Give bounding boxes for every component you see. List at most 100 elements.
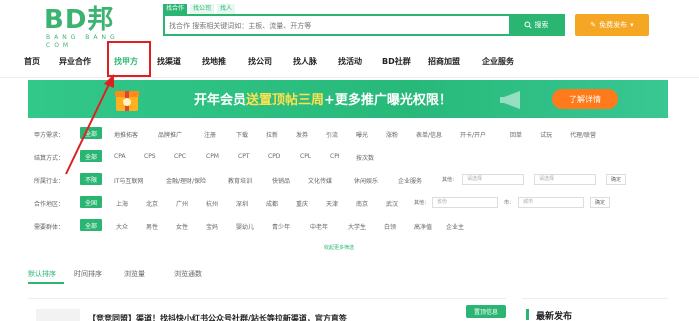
search-tab-company[interactable]: 找公司 [190,4,215,14]
filter-option[interactable]: 白领 [384,222,396,231]
filter-option[interactable]: 大众 [116,222,128,231]
promo-banner[interactable]: 开年会员送置顶帖三周+更多推广曝光权限！ 了解详情 [28,80,668,118]
region-confirm-button[interactable]: 确定 [590,197,610,208]
learn-more-button[interactable]: 了解详情 [552,89,618,109]
filter-option[interactable]: 上海 [116,199,128,208]
sort-views[interactable]: 浏览量 [124,269,145,279]
filter-option[interactable]: 企业服务 [398,176,422,185]
listing-title[interactable]: 【竞竞同盟】渠道！找抖快小红书公众号社群/站长等拉新渠道，官方直签 [88,313,347,321]
nav-item-enterprise-service[interactable]: 企业服务 [482,56,514,67]
filter-option[interactable]: 广州 [176,199,188,208]
filter-option[interactable]: 大学生 [348,222,366,231]
site-logo[interactable]: BD邦 BANG BANG COM [44,6,144,49]
filter-option[interactable]: 成都 [266,199,278,208]
filter-option[interactable]: 教育培训 [228,176,252,185]
filter-row-settlement: 结算方式： 全部 CPA CPS CPC CPM CPT CPD CPL CPI… [28,149,668,165]
filter-option[interactable]: 引流 [326,130,338,139]
filter-option[interactable]: CPI [330,153,340,160]
listing-thumbnail [36,309,80,321]
filter-option[interactable]: 重庆 [296,199,308,208]
banner-headline: 开年会员送置顶帖三周+更多推广曝光权限！ [194,89,452,108]
filter-option[interactable]: CPD [268,153,280,160]
filter-option[interactable]: 杭州 [206,199,218,208]
search-tab-person[interactable]: 找人 [217,4,236,14]
filter-other-label: 其他： [442,177,458,183]
search-tab-cooperation[interactable]: 找合作 [163,4,188,14]
filter-option[interactable]: 回单 [510,130,522,139]
filter-option[interactable]: 企业主 [446,222,464,231]
filter-option[interactable]: CPS [144,153,156,160]
nav-item-find-channel[interactable]: 找渠道 [157,56,181,67]
filter-option[interactable]: 开卡/开户 [460,130,486,139]
filter-option[interactable]: 休闲娱乐 [354,176,378,185]
filter-option[interactable]: CPT [238,153,249,160]
filter-option[interactable]: CPM [206,153,219,160]
city-select[interactable]: 城市 [518,197,584,208]
nav-item-home[interactable]: 首页 [24,56,40,67]
filter-row-audience: 需要群体： 全部 大众 男性 女性 宝妈 婴幼儿 青少年 中老年 大学生 白领 … [28,218,668,234]
industry-sub-select[interactable]: 请选择 [534,174,596,185]
filter-option[interactable]: 涨粉 [386,130,398,139]
nav-item-find-contacts[interactable]: 找人脉 [293,56,317,67]
filter-all-button[interactable]: 全部 [80,219,102,231]
nav-item-find-ground-promo[interactable]: 找地推 [202,56,226,67]
filter-option[interactable]: 北京 [146,199,158,208]
filter-option[interactable]: 南京 [356,199,368,208]
learn-more-label: 了解详情 [569,94,601,104]
nav-item-find-company[interactable]: 找公司 [248,56,272,67]
publish-button[interactable]: ✎ 免费发布 ▾ [575,14,649,36]
nav-item-find-events[interactable]: 找活动 [338,56,362,67]
filter-option[interactable]: 青少年 [272,222,290,231]
filter-panel: 甲方需求： 全部 地推拓客 品牌推广 注册 下载 拉新 发券 引流 曝光 涨粉 … [28,122,668,251]
sort-default[interactable]: 默认排序 [28,269,56,279]
filter-option[interactable]: 武汉 [386,199,398,208]
filter-option[interactable]: 表单/信息 [416,130,442,139]
filter-label: 结算方式： [34,155,65,162]
province-select[interactable]: 省份 [432,197,498,208]
filter-option[interactable]: 试玩 [540,130,552,139]
filter-option[interactable]: 曝光 [356,130,368,139]
filter-option[interactable]: 地推拓客 [114,130,138,139]
sort-view-count[interactable]: 浏览通数 [174,269,202,279]
filter-option[interactable]: 中老年 [310,222,328,231]
nav-item-franchise[interactable]: 招商加盟 [428,56,460,67]
filter-option[interactable]: 文化传媒 [308,176,332,185]
section-accent-bar [526,309,529,320]
nav-item-cross-industry[interactable]: 异业合作 [59,56,91,67]
banner-text-prefix: 开年会员 [194,93,247,108]
filter-option[interactable]: 按次数 [356,153,374,162]
collapse-filters-link[interactable]: 收起更多筛选 [324,244,354,251]
industry-confirm-button[interactable]: 确定 [606,174,626,185]
filter-all-button[interactable]: 全部 [80,127,102,139]
filter-option[interactable]: 金融/理财/保险 [166,176,206,185]
filter-option[interactable]: CPA [114,153,126,160]
filter-all-button[interactable]: 全国 [80,196,102,208]
filter-option[interactable]: 宝妈 [206,222,218,231]
filter-option[interactable]: 男性 [146,222,158,231]
filter-option[interactable]: 代理/联营 [570,130,596,139]
filter-option[interactable]: 拉新 [266,130,278,139]
industry-select[interactable]: 请选择 [462,174,524,185]
filter-option[interactable]: 下载 [236,130,248,139]
filter-option[interactable]: 深圳 [236,199,248,208]
search-input[interactable] [169,19,509,33]
sort-time[interactable]: 时间排序 [74,269,102,279]
filter-option[interactable]: 快销品 [272,176,290,185]
sort-active-underline [28,282,64,284]
filter-option[interactable]: 天津 [326,199,338,208]
filter-option[interactable]: CPL [300,153,311,160]
nav-item-bd-community[interactable]: BD社群 [382,56,411,67]
filter-option[interactable]: CPC [174,153,186,160]
filter-option[interactable]: 品牌推广 [158,130,182,139]
filter-option[interactable]: 婴幼儿 [236,222,254,231]
filter-all-button[interactable]: 不限 [80,173,102,185]
filter-option[interactable]: IT与互联网 [114,176,143,185]
filter-option[interactable]: 注册 [204,130,216,139]
filter-label: 需要群体： [34,224,65,231]
filter-option[interactable]: 女性 [176,222,188,231]
filter-all-button[interactable]: 全部 [80,150,102,162]
filter-option[interactable]: 高净值 [414,222,432,231]
search-button[interactable]: 搜索 [509,16,563,34]
filter-option[interactable]: 发券 [296,130,308,139]
listing-card[interactable]: 【竞竞同盟】渠道！找抖快小红书公众号社群/站长等拉新渠道，官方直签 置顶信息 [28,298,506,321]
